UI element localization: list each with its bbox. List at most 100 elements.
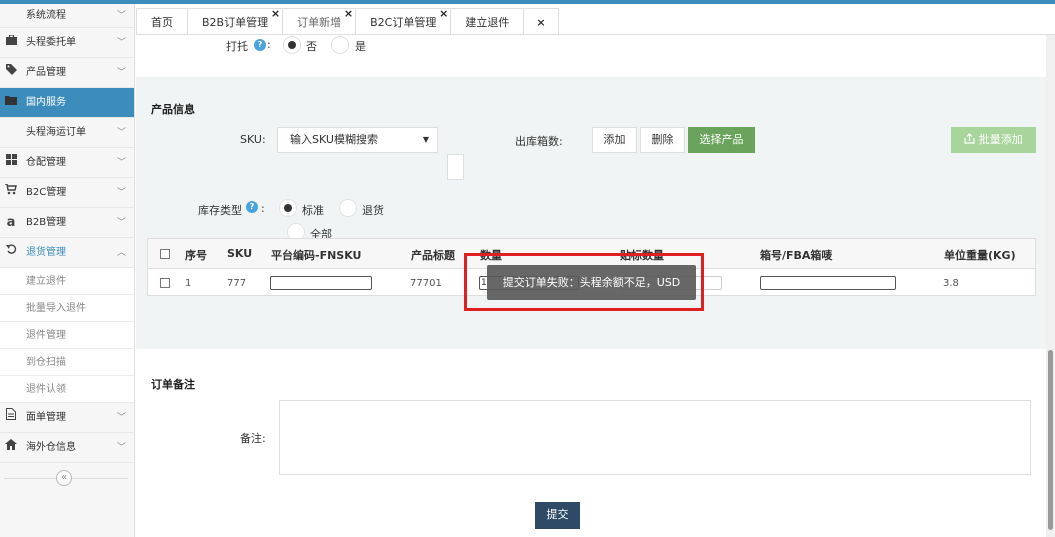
inventory-option-standard: 标准 — [302, 204, 324, 217]
caret-down-icon: ▼ — [422, 135, 429, 144]
column-header: 箱号/FBA箱唛 — [760, 249, 833, 262]
sidebar-item-warehouse-management[interactable]: 仓配管理 ﹀ — [0, 148, 134, 178]
remarks-label: 备注: — [240, 432, 266, 445]
pallet-option-yes: 是 — [355, 40, 366, 53]
tag-icon — [4, 58, 18, 88]
sidebar-subitem-arrival-scan[interactable]: 到仓扫描 — [0, 349, 134, 376]
cartons-input[interactable] — [447, 154, 464, 180]
pallet-label: 打托 — [226, 40, 248, 53]
column-header: 产品标题 — [411, 249, 455, 262]
sidebar-item-returns-management[interactable]: 退货管理 ︿ — [0, 238, 134, 268]
sidebar-item-label: 系统流程 — [26, 10, 66, 21]
sidebar-subitem-return-management[interactable]: 退件管理 — [0, 322, 134, 349]
sidebar-subitem-create-return[interactable]: 建立退件 — [0, 268, 134, 295]
tab-label: 建立退件 — [465, 16, 510, 29]
cart-icon — [4, 178, 18, 208]
row-checkbox[interactable] — [160, 278, 170, 288]
inventory-radio-return[interactable] — [339, 199, 357, 217]
tab-label: 订单新增 — [297, 16, 342, 29]
select-product-button[interactable]: 选择产品 — [688, 127, 755, 153]
sidebar-item-label: 头程委托单 — [26, 37, 76, 48]
close-icon[interactable]: × — [439, 0, 448, 27]
chevron-down-icon: ﹀ — [116, 218, 126, 228]
inventory-colon: : — [261, 202, 265, 215]
upload-icon — [964, 133, 979, 146]
remarks-section: 订单备注 备注: 提交 — [136, 349, 1046, 537]
cell-weight: 3.8 — [943, 278, 959, 289]
grid-icon — [4, 148, 18, 178]
chevron-down-icon: ﹀ — [116, 68, 126, 78]
pallet-radio-no[interactable] — [283, 36, 301, 54]
scrollbar-thumb[interactable] — [1048, 350, 1053, 530]
sidebar: 系统流程 ﹀ 头程委托单 ﹀ 产品管理 ﹀ 国内服务 头程海运订单 ﹀ 仓配管理… — [0, 4, 135, 537]
collapse-sidebar-button[interactable]: « — [56, 470, 72, 486]
cell-title: 77701 — [410, 278, 442, 289]
sidebar-item-first-leg-sea-orders[interactable]: 头程海运订单 ﹀ — [0, 118, 134, 148]
add-button[interactable]: 添加 — [592, 127, 637, 153]
chevron-down-icon: ﹀ — [116, 38, 126, 48]
sidebar-item-first-leg-consignment[interactable]: 头程委托单 ﹀ — [0, 28, 134, 58]
home-icon — [4, 433, 18, 463]
chevron-down-icon: ﹀ — [116, 443, 126, 453]
cell-sku: 777 — [227, 278, 247, 289]
sidebar-subitem-bulk-import-returns[interactable]: 批量导入退件 — [0, 295, 134, 322]
chevron-down-icon: ﹀ — [116, 11, 126, 21]
folder-icon — [4, 88, 18, 118]
tab-create-return[interactable]: 建立退件 — [450, 8, 525, 35]
sidebar-item-label: B2C管理 — [26, 187, 67, 198]
submit-button[interactable]: 提交 — [535, 502, 580, 529]
sidebar-item-label: 海外仓信息 — [26, 442, 76, 453]
tab-b2c-orders[interactable]: B2C订单管理 × — [355, 7, 452, 35]
chevron-down-icon: ﹀ — [116, 188, 126, 198]
top-accent-bar — [0, 0, 1055, 4]
sidebar-item-product-management[interactable]: 产品管理 ﹀ — [0, 58, 134, 88]
tab-home[interactable]: 首页 — [136, 8, 188, 35]
inventory-option-return: 退货 — [362, 204, 384, 217]
tab-bar: 首页 B2B订单管理 × 订单新增 × B2C订单管理 × 建立退件 × — [136, 7, 559, 35]
pallet-option-no: 否 — [306, 40, 317, 53]
bulk-add-button[interactable]: 批量添加 — [951, 127, 1036, 153]
outbound-cartons-label: 出库箱数: — [515, 135, 563, 148]
sidebar-item-overseas-warehouse-info[interactable]: 海外仓信息 ﹀ — [0, 433, 134, 463]
main-content: 打托 ? : 否 是 产品信息 SKU: 输入SKU模糊搜索 ▼ 出库箱数: 添… — [136, 35, 1046, 537]
help-icon[interactable]: ? — [254, 39, 266, 51]
sidebar-item-b2c-management[interactable]: B2C管理 ﹀ — [0, 178, 134, 208]
bulk-add-label: 批量添加 — [978, 133, 1023, 146]
sku-search-select[interactable]: 输入SKU模糊搜索 ▼ — [277, 127, 438, 153]
close-icon[interactable]: × — [271, 0, 280, 27]
pallet-radio-yes[interactable] — [331, 36, 349, 54]
inventory-radio-standard[interactable] — [279, 199, 297, 217]
tab-new-order[interactable]: 订单新增 × — [282, 7, 357, 35]
sidebar-item-label: 头程海运订单 — [26, 127, 86, 138]
sidebar-item-label: 国内服务 — [26, 97, 66, 108]
sidebar-item-label-management[interactable]: 面单管理 ﹀ — [0, 403, 134, 433]
chevron-up-icon: ︿ — [116, 248, 126, 258]
delete-button[interactable]: 删除 — [640, 127, 685, 153]
document-icon — [4, 403, 18, 433]
column-header: 单位重量(KG) — [944, 249, 1016, 262]
close-icon[interactable]: × — [344, 0, 353, 27]
chevron-down-icon: ﹀ — [116, 128, 126, 138]
sku-label: SKU: — [240, 133, 266, 146]
remarks-textarea[interactable] — [279, 400, 1031, 475]
close-all-tabs-button[interactable]: × — [523, 8, 559, 35]
pallet-section: 打托 ? : 否 是 — [136, 35, 1046, 77]
sidebar-subitem-return-claim[interactable]: 退件认领 — [0, 376, 134, 403]
tab-label: 首页 — [151, 16, 173, 29]
tab-b2b-orders[interactable]: B2B订单管理 × — [187, 7, 284, 35]
column-header: 平台编码-FNSKU — [271, 249, 362, 262]
tab-label: B2B订单管理 — [202, 16, 269, 29]
undo-icon — [4, 238, 18, 268]
fnsku-input[interactable] — [270, 276, 372, 290]
sidebar-item-b2b-management[interactable]: a B2B管理 ﹀ — [0, 208, 134, 238]
pallet-colon: : — [267, 38, 271, 51]
help-icon[interactable]: ? — [246, 201, 258, 213]
cell-index: 1 — [185, 278, 192, 289]
box-number-input[interactable] — [760, 276, 896, 290]
sidebar-item-system-flow[interactable]: 系统流程 ﹀ — [0, 4, 134, 28]
select-all-checkbox[interactable] — [160, 249, 170, 259]
inventory-type-label: 库存类型 — [198, 204, 242, 217]
sidebar-item-label: 产品管理 — [26, 67, 66, 78]
sidebar-item-domestic-service[interactable]: 国内服务 — [0, 88, 134, 118]
briefcase-icon — [4, 28, 18, 58]
